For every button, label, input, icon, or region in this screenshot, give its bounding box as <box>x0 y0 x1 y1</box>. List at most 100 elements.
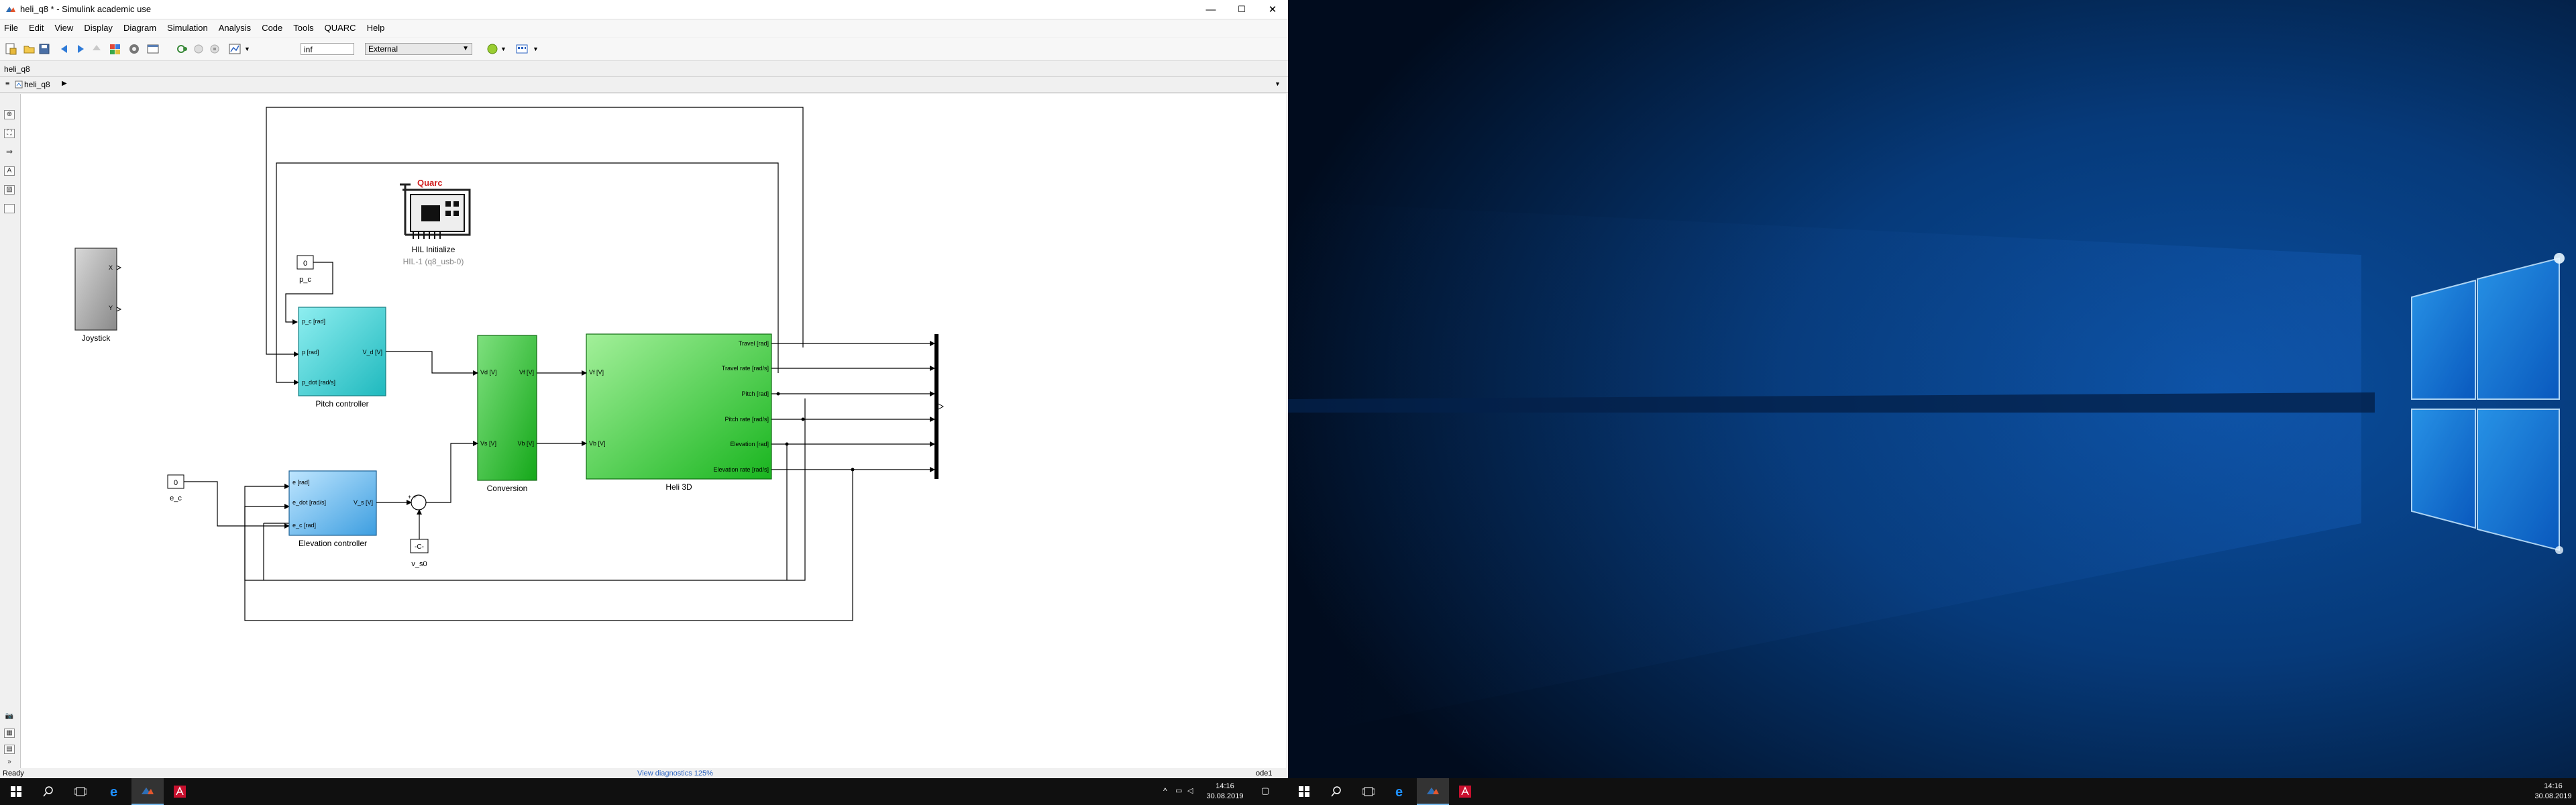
menu-tools[interactable]: Tools <box>288 19 319 33</box>
clock[interactable]: 14:16 30.08.2019 <box>2533 782 2573 802</box>
menu-quarc[interactable]: QUARC <box>319 19 362 33</box>
start-windows-icon[interactable] <box>1288 778 1320 805</box>
pitch-in1-label: p_c [rad] <box>302 318 325 325</box>
dropdown-arrow-icon[interactable]: ▼ <box>500 46 506 52</box>
simulation-data-inspector-icon[interactable] <box>515 42 529 56</box>
network-icon[interactable]: ▭ <box>1175 786 1182 795</box>
forward-icon[interactable] <box>74 42 87 56</box>
open-icon[interactable] <box>23 42 36 56</box>
simulation-mode-select[interactable]: External ▼ <box>365 43 472 55</box>
status-center[interactable]: View diagnostics 125% <box>637 769 713 777</box>
zoom-icon[interactable]: ⊕ <box>4 110 15 119</box>
image-icon[interactable]: ▨ <box>4 185 15 195</box>
menu-bar: File Edit View Display Diagram Simulation Anal… <box>0 19 1288 37</box>
edge-browser-icon[interactable]: e <box>1385 778 1417 805</box>
conversion-in2-label: Vs [V] <box>480 440 496 447</box>
heli-3d-label: Heli 3D <box>665 482 692 492</box>
close-button[interactable]: ✕ <box>1257 0 1288 19</box>
show-hidden-icons-icon[interactable]: ^ <box>1163 786 1167 796</box>
sum-block[interactable]: + + <box>408 494 427 511</box>
conversion-in1-label: Vd [V] <box>480 369 497 376</box>
pitch-out1-label: V_d [V] <box>362 349 382 356</box>
menu-view[interactable]: View <box>49 19 78 33</box>
pitch-in3-label: p_dot [rad/s] <box>302 379 335 386</box>
hil-initialize-block[interactable]: Quarc HIL Initialize HIL-1 (q8_usb-0) <box>400 178 471 266</box>
model-canvas[interactable]: Quarc HIL Initialize HIL-1 (q8_usb-0) X … <box>21 94 1286 768</box>
breadcrumb[interactable]: heli_q8 <box>24 80 50 89</box>
back-icon[interactable] <box>58 42 71 56</box>
menu-diagram[interactable]: Diagram <box>118 19 162 33</box>
task-view-icon[interactable] <box>64 778 97 805</box>
elevation-in1-label: e [rad] <box>292 479 310 486</box>
property-inspector-icon[interactable]: ▦ <box>4 729 15 738</box>
conversion-label: Conversion <box>487 484 528 493</box>
annotation-icon[interactable]: A <box>4 166 15 176</box>
pitch-controller-block[interactable]: p_c [rad] p [rad] p_dot [rad/s] V_d [V] … <box>298 307 386 409</box>
heli-out-elevation: Elevation [rad] <box>730 441 769 447</box>
arrow-icon[interactable]: ⇒ <box>4 148 15 157</box>
matlab-icon[interactable] <box>131 778 164 805</box>
conversion-block[interactable]: Vd [V] Vs [V] Vf [V] Vb [V] Conversion <box>477 335 537 493</box>
heli-out-travel-rate: Travel rate [rad/s] <box>722 365 769 372</box>
e-c-constant-block[interactable]: 0 e_c <box>167 474 290 529</box>
menu-simulation[interactable]: Simulation <box>162 19 213 33</box>
up-icon[interactable] <box>90 42 103 56</box>
scope-icon[interactable] <box>228 42 241 56</box>
hide-browser-icon[interactable]: ≡ <box>5 80 9 88</box>
start-windows-icon[interactable] <box>0 778 32 805</box>
camera-icon[interactable]: 📷 <box>4 712 15 722</box>
clock[interactable]: 14:16 30.08.2019 <box>1205 782 1245 802</box>
clock-date: 30.08.2019 <box>2534 792 2572 800</box>
joystick-x-port-label: X <box>109 264 113 271</box>
new-model-icon[interactable] <box>4 42 17 56</box>
menu-edit[interactable]: Edit <box>23 19 49 33</box>
model-config-icon[interactable] <box>127 42 141 56</box>
library-browser-icon[interactable] <box>109 42 122 56</box>
stop-icon[interactable] <box>208 42 221 56</box>
stop-time-input[interactable]: inf <box>301 43 354 55</box>
v-s0-constant-block[interactable]: -C- v_s0 <box>410 539 429 568</box>
dropdown-arrow-icon[interactable]: ▼ <box>244 46 250 52</box>
status-bar: Ready View diagnostics 125% ode1 <box>0 769 1288 778</box>
menu-display[interactable]: Display <box>78 19 118 33</box>
search-icon[interactable] <box>1320 778 1352 805</box>
menu-analysis[interactable]: Analysis <box>213 19 256 33</box>
notification-icon[interactable]: ▢ <box>1261 786 1269 796</box>
task-view-icon[interactable] <box>1352 778 1385 805</box>
expand-icon[interactable]: » <box>4 758 15 767</box>
menu-code[interactable]: Code <box>256 19 288 33</box>
heli-3d-block[interactable]: Vf [V] Vb [V] Travel [rad] Travel rate [… <box>586 333 772 492</box>
step-back-icon[interactable] <box>192 42 205 56</box>
heli-out-elevation-rate: Elevation rate [rad/s] <box>713 466 769 473</box>
elevation-controller-block[interactable]: e [rad] e_dot [rad/s] e_c [rad] V_s [V] … <box>288 470 377 548</box>
heli-out-pitch: Pitch [rad] <box>741 390 769 397</box>
advisor-icon[interactable] <box>486 42 499 56</box>
volume-icon[interactable]: ◁ <box>1187 786 1193 795</box>
v-s0-value: -C- <box>415 543 424 551</box>
fit-view-icon[interactable]: ⛶ <box>4 129 15 138</box>
matlab-icon[interactable] <box>1417 778 1449 805</box>
save-icon[interactable] <box>38 42 51 56</box>
pitch-in2-label: p [rad] <box>302 349 319 356</box>
area-icon[interactable] <box>4 204 15 213</box>
maximize-button[interactable]: ☐ <box>1226 0 1257 19</box>
heli-in2-label: Vb [V] <box>589 440 606 447</box>
title-bar[interactable]: heli_q8 * - Simulink academic use — ☐ ✕ <box>0 0 1288 19</box>
menu-help[interactable]: Help <box>362 19 390 33</box>
notes-icon[interactable]: ▤ <box>4 745 15 754</box>
build-icon[interactable] <box>176 42 189 56</box>
acrobat-icon[interactable] <box>1449 778 1481 805</box>
elevation-out1-label: V_s [V] <box>354 499 373 506</box>
acrobat-icon[interactable] <box>164 778 196 805</box>
chevron-down-icon[interactable]: ▼ <box>1275 80 1281 87</box>
search-icon[interactable] <box>32 778 64 805</box>
model-explorer-icon[interactable] <box>146 42 160 56</box>
joystick-block[interactable]: X Y Joystick <box>74 248 122 343</box>
minimize-button[interactable]: — <box>1195 0 1226 19</box>
model-icon <box>15 80 23 89</box>
dropdown-arrow-icon[interactable]: ▼ <box>533 46 539 52</box>
mux-block[interactable] <box>934 334 938 479</box>
edge-browser-icon[interactable]: e <box>99 778 131 805</box>
menu-file[interactable]: File <box>0 19 23 33</box>
model-tab[interactable]: heli_q8 <box>4 64 30 74</box>
